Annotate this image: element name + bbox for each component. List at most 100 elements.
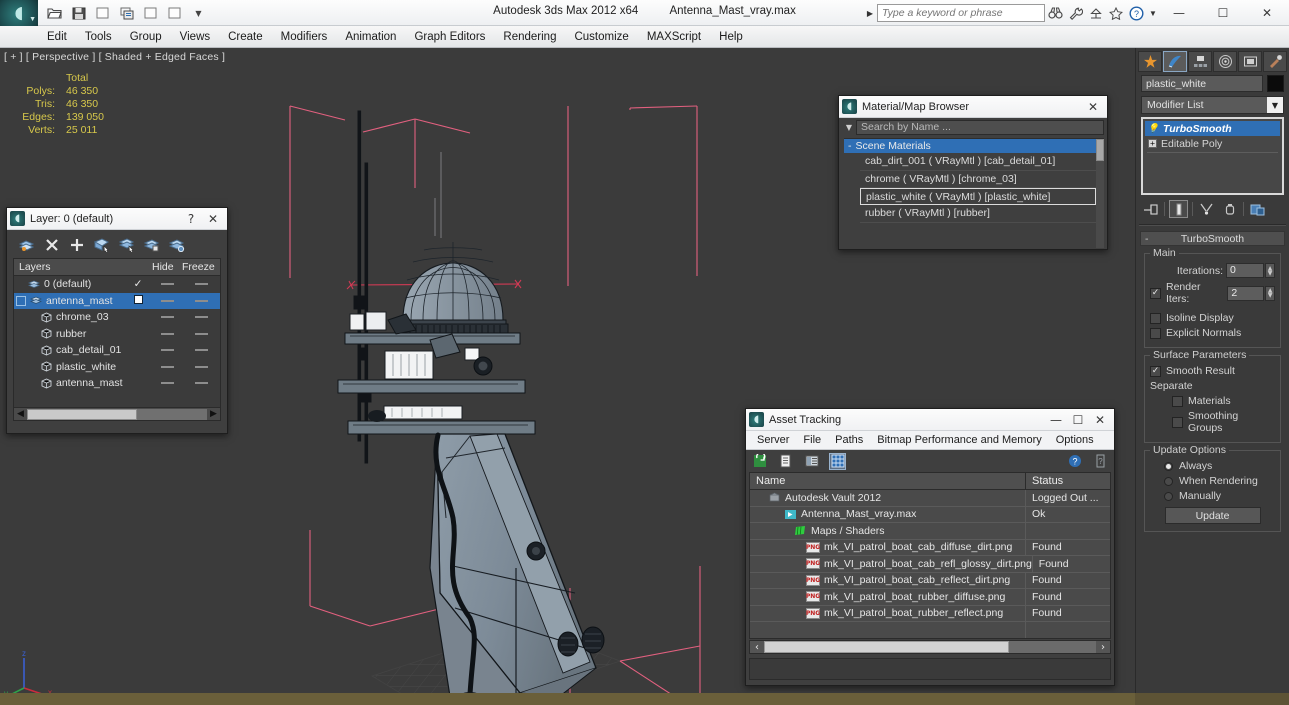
asset-menu-bitmap-performance[interactable]: Bitmap Performance and Memory bbox=[870, 433, 1048, 447]
asset-row-png-4[interactable]: PNG mk_VI_patrol_boat_rubber_diffuse.png… bbox=[750, 589, 1110, 606]
modifier-list-dropdown[interactable]: Modifier List ▼ bbox=[1141, 96, 1284, 114]
utilities-tab[interactable] bbox=[1263, 50, 1287, 72]
update-button[interactable]: Update bbox=[1164, 507, 1261, 524]
asset-grid[interactable]: Name Status Autodesk Vault 2012 Logged O… bbox=[749, 472, 1111, 639]
render-iters-checkbox[interactable]: ✓ bbox=[1150, 287, 1161, 299]
minimize-button[interactable]: — bbox=[1157, 0, 1201, 26]
highlight-selected-objects-icon[interactable] bbox=[119, 237, 135, 253]
menu-item-views[interactable]: Views bbox=[171, 29, 219, 45]
update-when-rendering-radio[interactable] bbox=[1164, 476, 1173, 486]
menu-item-maxscript[interactable]: MAXScript bbox=[638, 29, 710, 45]
name-column-header[interactable]: Name bbox=[750, 473, 1026, 489]
scene-materials-group-header[interactable]: - Scene Materials bbox=[844, 139, 1096, 153]
asset-row-maps-shaders[interactable]: Maps / Shaders bbox=[750, 523, 1110, 540]
asset-tracking-dialog[interactable]: ◖ Asset Tracking — ☐ ✕ Server File Paths… bbox=[745, 408, 1115, 686]
material-item-rubber[interactable]: rubber ( VRayMtl ) [rubber] bbox=[860, 205, 1096, 223]
menu-item-customize[interactable]: Customize bbox=[565, 29, 637, 45]
search-box[interactable] bbox=[877, 4, 1045, 22]
matmap-list[interactable]: - Scene Materials cab_dirt_001 ( VRayMtl… bbox=[844, 138, 1104, 248]
update-manually-radio[interactable] bbox=[1164, 491, 1173, 501]
expand-box-icon[interactable] bbox=[16, 295, 26, 306]
current-layer-toggle[interactable] bbox=[124, 294, 152, 307]
menu-item-modifiers[interactable]: Modifiers bbox=[272, 29, 337, 45]
binocular-icon[interactable] bbox=[1046, 3, 1065, 23]
status-column-header[interactable]: Status bbox=[1026, 473, 1110, 489]
hide-toggle[interactable] bbox=[152, 349, 182, 352]
minimize-button[interactable]: — bbox=[1045, 410, 1067, 430]
matmap-vscrollbar[interactable] bbox=[1096, 139, 1104, 248]
freeze-toggle[interactable] bbox=[182, 283, 220, 286]
separate-smoothing-groups-checkbox[interactable] bbox=[1172, 416, 1183, 428]
iterations-value[interactable]: 0 bbox=[1226, 263, 1264, 278]
smooth-result-checkbox[interactable]: ✓ bbox=[1150, 365, 1161, 377]
menu-item-help[interactable]: Help bbox=[710, 29, 752, 45]
object-name-field[interactable]: plastic_white bbox=[1141, 75, 1263, 92]
maximize-button[interactable]: ☐ bbox=[1201, 0, 1245, 26]
lightbulb-icon[interactable]: 💡 bbox=[1148, 123, 1159, 134]
chevron-down-icon[interactable]: ▼ bbox=[1267, 97, 1283, 113]
expand-plus-icon[interactable]: + bbox=[1148, 139, 1157, 148]
menu-item-rendering[interactable]: Rendering bbox=[494, 29, 565, 45]
scroll-track[interactable] bbox=[764, 641, 1096, 653]
hide-toggle[interactable] bbox=[152, 316, 182, 319]
material-map-browser-dialog[interactable]: ◖ Material/Map Browser ✕ ▼ Search by Nam… bbox=[838, 95, 1108, 250]
hide-toggle[interactable] bbox=[152, 299, 182, 302]
menu-item-graph-editors[interactable]: Graph Editors bbox=[405, 29, 494, 45]
isoline-display-checkbox[interactable] bbox=[1150, 312, 1161, 324]
asset-menu-options[interactable]: Options bbox=[1049, 433, 1101, 447]
grid-view-icon[interactable] bbox=[829, 452, 846, 470]
update-always-radio[interactable] bbox=[1164, 461, 1173, 471]
object-row-cab-detail-01[interactable]: cab_detail_01 bbox=[14, 342, 220, 359]
menu-item-edit[interactable]: Edit bbox=[38, 29, 76, 45]
object-row-antenna-mast[interactable]: antenna_mast bbox=[14, 375, 220, 392]
asset-row-max-file[interactable]: Antenna_Mast_vray.max Ok bbox=[750, 506, 1110, 523]
show-end-result-icon[interactable] bbox=[1169, 200, 1188, 218]
modifier-editable-poly[interactable]: + Editable Poly bbox=[1145, 136, 1280, 151]
iterations-spinner[interactable]: ▲ ▼ bbox=[1265, 263, 1275, 278]
scroll-left-arrow-icon[interactable]: ◀ bbox=[14, 409, 27, 419]
freeze-toggle[interactable] bbox=[182, 349, 220, 352]
context-help-icon[interactable]: ? bbox=[1092, 453, 1109, 470]
freeze-toggle[interactable] bbox=[182, 299, 220, 302]
configure-sets-icon[interactable] bbox=[1248, 200, 1267, 218]
remove-modifier-icon[interactable] bbox=[1220, 200, 1239, 218]
scroll-right-arrow-icon[interactable]: ▶ bbox=[207, 409, 220, 419]
object-row-chrome-03[interactable]: chrome_03 bbox=[14, 309, 220, 326]
refresh-icon[interactable] bbox=[751, 453, 768, 470]
update-when-rendering-row[interactable]: When Rendering bbox=[1150, 475, 1275, 487]
rollout-header[interactable]: - TurboSmooth bbox=[1140, 231, 1285, 246]
help-icon[interactable]: ? bbox=[1066, 453, 1083, 470]
satellite-icon[interactable] bbox=[1086, 3, 1105, 23]
explicit-normals-checkbox[interactable] bbox=[1150, 327, 1161, 339]
asset-row-vault[interactable]: Autodesk Vault 2012 Logged Out ... bbox=[750, 490, 1110, 507]
object-row-plastic-white[interactable]: plastic_white bbox=[14, 359, 220, 376]
freeze-toggle[interactable] bbox=[182, 382, 220, 385]
render-iters-value[interactable]: 2 bbox=[1227, 285, 1265, 301]
layer-row-default[interactable]: 0 (default) ✓ bbox=[14, 276, 220, 293]
asset-row-png-3[interactable]: PNG mk_VI_patrol_boat_cab_reflect_dirt.p… bbox=[750, 572, 1110, 589]
create-tab[interactable] bbox=[1138, 50, 1162, 72]
matmap-search-input[interactable]: Search by Name ... bbox=[856, 119, 1104, 135]
hide-toggle[interactable] bbox=[152, 382, 182, 385]
hide-toggle[interactable] bbox=[152, 283, 182, 286]
asset-row-png-2[interactable]: PNG mk_VI_patrol_boat_cab_refl_glossy_di… bbox=[750, 556, 1110, 573]
freeze-toggle[interactable] bbox=[182, 316, 220, 319]
asset-row-png-1[interactable]: PNG mk_VI_patrol_boat_cab_diffuse_dirt.p… bbox=[750, 539, 1110, 556]
render-iters-spinner[interactable]: ▲ ▼ bbox=[1265, 285, 1275, 301]
freeze-toggle[interactable] bbox=[182, 365, 220, 368]
collapse-icon[interactable]: - bbox=[1145, 233, 1149, 245]
menu-item-tools[interactable]: Tools bbox=[76, 29, 121, 45]
asset-row-png-5[interactable]: PNG mk_VI_patrol_boat_rubber_reflect.png… bbox=[750, 605, 1110, 622]
update-manually-row[interactable]: Manually bbox=[1150, 490, 1275, 502]
material-item-chrome[interactable]: chrome ( VRayMtl ) [chrome_03] bbox=[860, 171, 1096, 188]
material-item-cab-dirt-001[interactable]: cab_dirt_001 ( VRayMtl ) [cab_detail_01] bbox=[860, 153, 1096, 171]
chevron-down-icon[interactable]: ▼ bbox=[842, 123, 856, 132]
close-button[interactable]: ✕ bbox=[1245, 0, 1289, 26]
menu-item-create[interactable]: Create bbox=[219, 29, 272, 45]
search-input[interactable] bbox=[882, 7, 1044, 19]
detail-view-icon[interactable] bbox=[803, 453, 820, 470]
list-view-icon[interactable] bbox=[777, 453, 794, 470]
menu-item-animation[interactable]: Animation bbox=[336, 29, 405, 45]
hide-toggle[interactable] bbox=[152, 332, 182, 335]
object-color-swatch[interactable] bbox=[1267, 75, 1284, 92]
